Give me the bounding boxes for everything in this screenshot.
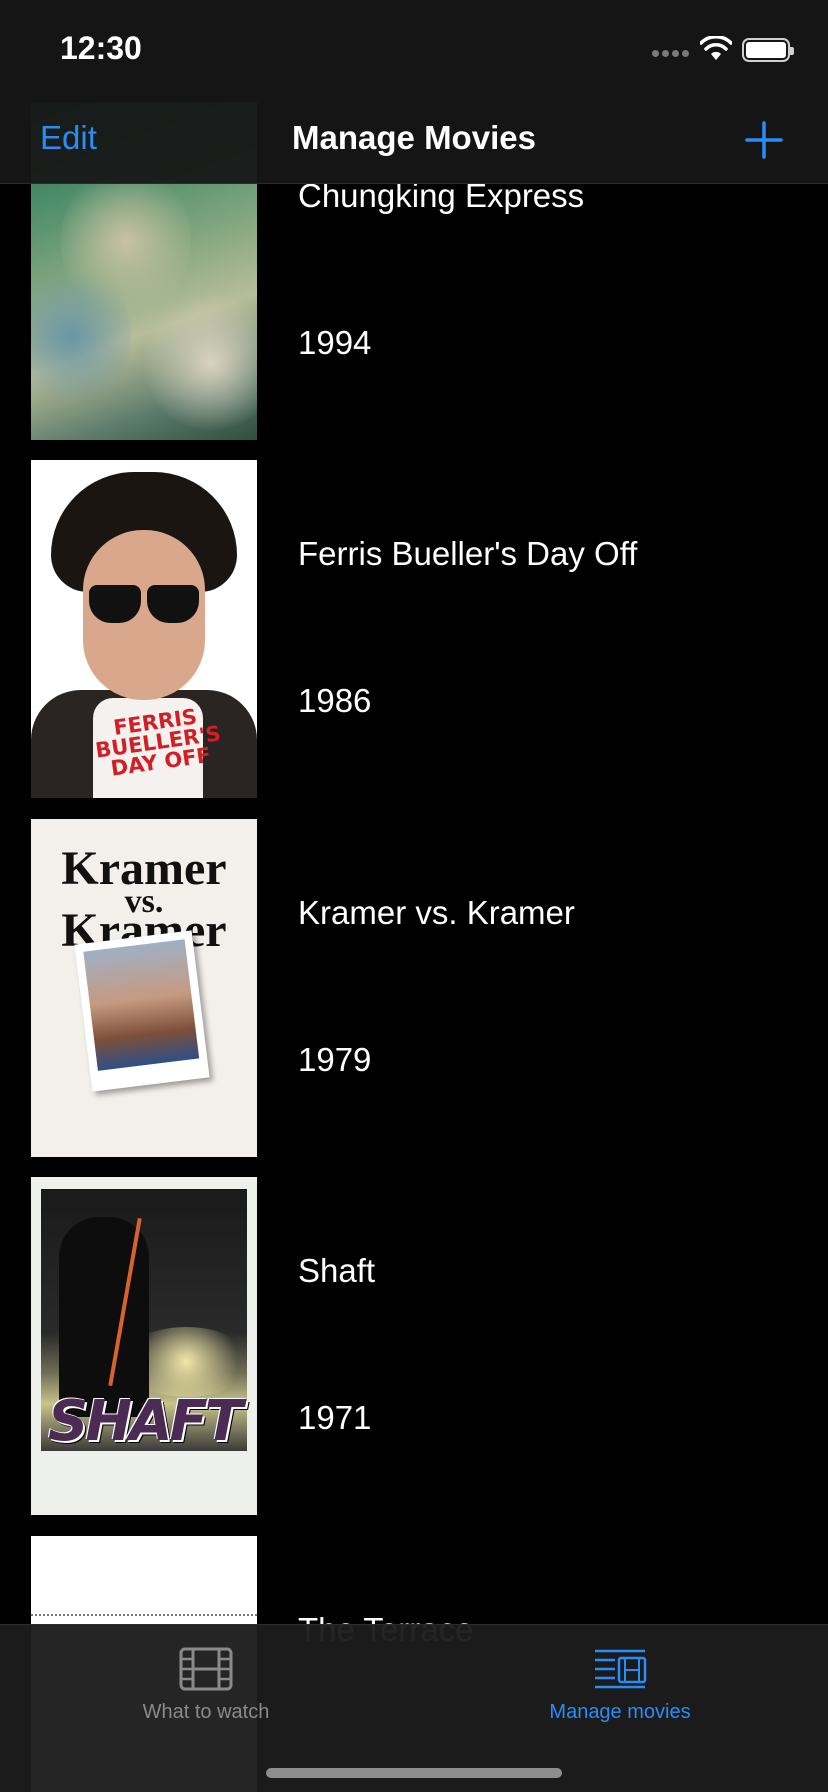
movie-list[interactable]: Chungking Express 1994 FERRIS BUELLER'S … (0, 0, 828, 1792)
movie-row[interactable]: FERRIS BUELLER'S DAY OFF Ferris Bueller'… (0, 460, 828, 798)
poster-logo-text: SHAFT (48, 1389, 243, 1454)
navigation-bar: 12:30 Edit Manage Movies (0, 0, 828, 184)
tab-label: Manage movies (549, 1701, 691, 1723)
tab-label: What to watch (142, 1701, 270, 1723)
status-time: 12:30 (60, 30, 142, 66)
movie-year: 1994 (298, 324, 372, 361)
movie-title: Ferris Bueller's Day Off (298, 535, 638, 572)
movie-year: 1971 (298, 1399, 372, 1436)
tab-bar: What to watch Manage movies (0, 1624, 828, 1792)
movie-row[interactable]: SHAFT Shaft 1971 (0, 1177, 828, 1515)
film-icon (179, 1647, 233, 1691)
movie-title: Kramer vs. Kramer (298, 894, 575, 931)
movie-year: 1986 (298, 682, 372, 719)
movie-year: 1979 (298, 1041, 372, 1078)
battery-icon (742, 38, 794, 62)
movie-row[interactable]: Kramer vs. Kramer Kramer vs. Kramer 1979 (0, 819, 828, 1157)
movie-poster: SHAFT (31, 1177, 257, 1515)
movie-poster: FERRIS BUELLER'S DAY OFF (31, 460, 257, 798)
movie-title: Shaft (298, 1252, 376, 1289)
tab-manage-movies[interactable]: Manage movies (480, 1625, 760, 1745)
plus-icon[interactable] (744, 120, 784, 160)
page-title: Manage Movies (292, 119, 536, 156)
film-list-icon (595, 1649, 647, 1689)
home-indicator[interactable] (266, 1768, 562, 1778)
wifi-icon (700, 36, 732, 60)
movie-poster: Kramer vs. Kramer (31, 819, 257, 1157)
tab-what-to-watch[interactable]: What to watch (66, 1625, 346, 1745)
cellular-signal-icon (652, 50, 692, 60)
